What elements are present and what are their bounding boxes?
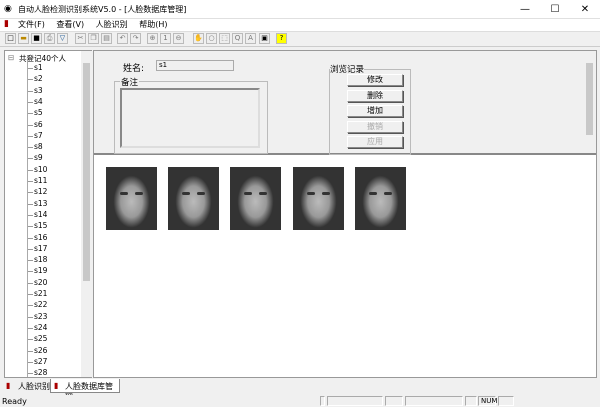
person-tree[interactable]: ⊟ 共登记40个人 s1 s2 s3 s4 s5 s6 s7 s8 s9 s10 s11 s12 s13…	[4, 50, 92, 378]
tree-item[interactable]: s20	[34, 278, 47, 287]
help-icon[interactable]: ?	[276, 33, 287, 44]
tree-item[interactable]: s24	[34, 323, 47, 332]
image-icon[interactable]: ▣	[259, 33, 270, 44]
name-field[interactable]: s1	[156, 60, 234, 71]
filter-icon[interactable]: ▽	[57, 33, 68, 44]
name-label: 姓名:	[123, 64, 145, 74]
hand-icon[interactable]: ✋	[193, 33, 204, 44]
tree-item[interactable]: s22	[34, 300, 47, 309]
modify-button[interactable]: 修改	[347, 74, 403, 86]
tree-item[interactable]: s8	[34, 142, 43, 151]
tree-item[interactable]: s3	[34, 86, 43, 95]
tree-item[interactable]: s16	[34, 233, 47, 242]
face-image[interactable]	[106, 167, 157, 230]
toolbar: □ ▬ ■ ⎙ ▽ ✂ ❐ ▤ ↶ ↷ ⊕ 1 ⊖ ✋ ○ ⬚ Q A ▣ ?	[0, 31, 600, 47]
undo-button[interactable]: 撤销	[347, 121, 403, 133]
status-bar: Ready NUM	[0, 395, 600, 407]
notes-textarea[interactable]	[120, 88, 260, 148]
open-icon[interactable]: ▬	[18, 33, 29, 44]
tree-item[interactable]: s21	[34, 289, 47, 298]
face-image[interactable]	[293, 167, 344, 230]
title-bar: ◉ 自动人脸检测识别系统V5.0 - [人脸数据库管理] — ☐ ✕	[0, 0, 600, 19]
menu-view[interactable]: 查看(V)	[56, 19, 84, 31]
delete-button[interactable]: 删除	[347, 90, 403, 102]
redo-icon[interactable]: ↷	[130, 33, 141, 44]
tab-icon: ▮	[6, 381, 11, 390]
num-lock-indicator: NUM	[478, 396, 497, 406]
cut-icon[interactable]: ✂	[75, 33, 86, 44]
face-image[interactable]	[168, 167, 219, 230]
tree-item[interactable]: s10	[34, 165, 47, 174]
collapse-icon[interactable]: ⊟	[8, 53, 14, 62]
print-icon[interactable]: ⎙	[44, 33, 55, 44]
face-image[interactable]	[355, 167, 406, 230]
tree-item[interactable]: s25	[34, 334, 47, 343]
tree-item[interactable]: s11	[34, 176, 47, 185]
tab-icon: ▮	[54, 381, 59, 390]
view-tabs: ▮ 人脸识别 ▮ 人脸数据库管理	[4, 379, 204, 402]
tree-item[interactable]: s12	[34, 187, 47, 196]
minimize-button[interactable]: —	[510, 0, 540, 19]
form-scrollbar[interactable]	[584, 51, 595, 153]
menu-bar: ▮ 文件(F) 查看(V) 人脸识别 帮助(H)	[0, 19, 600, 31]
save-icon[interactable]: ■	[31, 33, 42, 44]
tree-item[interactable]: s26	[34, 346, 47, 355]
tree-item[interactable]: s6	[34, 120, 43, 129]
copy-icon[interactable]: ❐	[88, 33, 99, 44]
tab-face-recognition[interactable]: 人脸识别	[18, 381, 50, 392]
record-form: 姓名: s1 备注 浏览记录 修改 删除 增加 撤销 应用	[94, 51, 596, 155]
content-pane: 姓名: s1 备注 浏览记录 修改 删除 增加 撤销 应用	[93, 50, 597, 378]
magnifier-icon[interactable]: Q	[232, 33, 243, 44]
close-button[interactable]: ✕	[570, 0, 600, 19]
text-icon[interactable]: A	[245, 33, 256, 44]
notes-label: 备注	[120, 76, 140, 88]
maximize-button[interactable]: ☐	[540, 0, 570, 19]
scroll-thumb[interactable]	[83, 63, 90, 281]
tree-item[interactable]: s17	[34, 244, 47, 253]
actual-size-icon[interactable]: 1	[160, 33, 171, 44]
menu-file[interactable]: 文件(F)	[18, 19, 45, 31]
select-rect-icon[interactable]: ⬚	[219, 33, 230, 44]
paste-icon[interactable]: ▤	[101, 33, 112, 44]
tree-item[interactable]: s2	[34, 74, 43, 83]
tree-item[interactable]: s15	[34, 221, 47, 230]
tree-item[interactable]: s23	[34, 312, 47, 321]
undo-icon[interactable]: ↶	[117, 33, 128, 44]
zoom-out-icon[interactable]: ⊖	[173, 33, 184, 44]
apply-button[interactable]: 应用	[347, 136, 403, 148]
menu-face-recognition[interactable]: 人脸识别	[96, 19, 128, 31]
lasso-icon[interactable]: ○	[206, 33, 217, 44]
scroll-thumb[interactable]	[586, 63, 593, 135]
doc-icon: ▮	[4, 19, 9, 29]
tree-item[interactable]: s27	[34, 357, 47, 366]
tree-item[interactable]: s4	[34, 97, 43, 106]
face-image[interactable]	[230, 167, 281, 230]
tree-line	[27, 59, 28, 377]
app-eye-icon: ◉	[4, 4, 12, 14]
tree-item[interactable]: s5	[34, 108, 43, 117]
tree-item[interactable]: s19	[34, 266, 47, 275]
status-text: Ready	[2, 397, 27, 406]
tree-scrollbar[interactable]	[81, 51, 92, 377]
zoom-in-icon[interactable]: ⊕	[147, 33, 158, 44]
tree-item[interactable]: s14	[34, 210, 47, 219]
tree-item[interactable]: s9	[34, 153, 43, 162]
tab-face-database-active[interactable]: ▮ 人脸数据库管理	[50, 379, 120, 402]
window-title: 自动人脸检测识别系统V5.0 - [人脸数据库管理]	[18, 5, 187, 14]
tree-item[interactable]: s7	[34, 131, 43, 140]
menu-help[interactable]: 帮助(H)	[139, 19, 167, 31]
tree-item[interactable]: s18	[34, 255, 47, 264]
tree-item[interactable]: s28	[34, 368, 47, 377]
add-button[interactable]: 增加	[347, 105, 403, 117]
tree-item[interactable]: s1	[34, 63, 43, 72]
new-icon[interactable]: □	[5, 33, 16, 44]
tree-item[interactable]: s13	[34, 199, 47, 208]
